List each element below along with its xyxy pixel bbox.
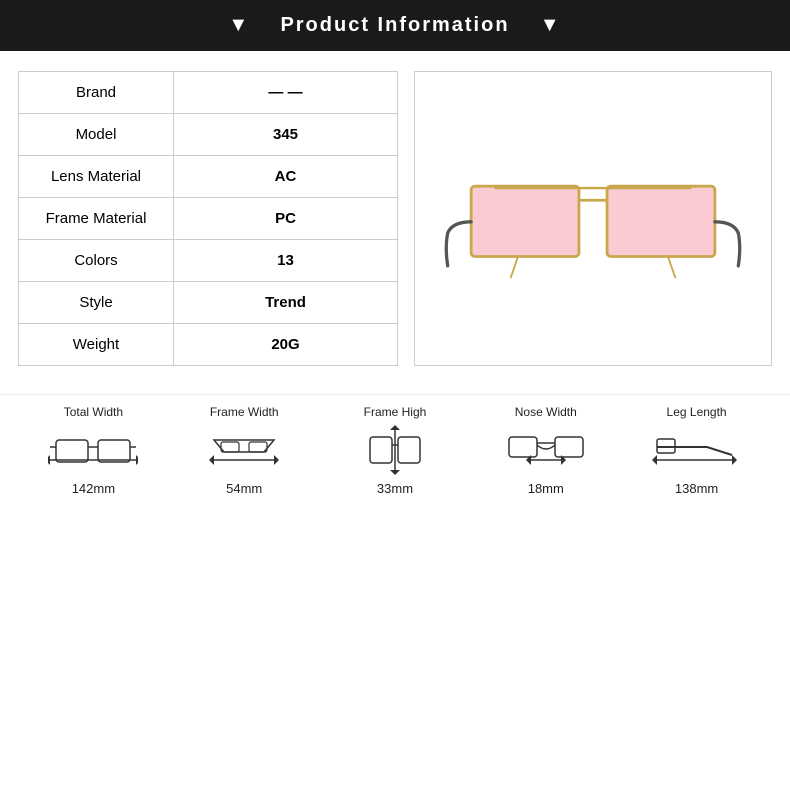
- total-width-icon: [48, 425, 138, 475]
- leg-length-label: Leg Length: [667, 405, 727, 419]
- nose-width-value: 18mm: [528, 481, 564, 496]
- table-row: Weight20G: [19, 324, 398, 366]
- table-value-2: AC: [174, 156, 398, 198]
- frame-width-value: 54mm: [226, 481, 262, 496]
- measure-frame-width: Frame Width 54mm: [199, 405, 289, 496]
- header-left-triangle: ▼: [228, 14, 250, 36]
- measure-leg-length: Leg Length 138mm: [652, 405, 742, 496]
- table-value-6: 20G: [174, 324, 398, 366]
- table-label-6: Weight: [19, 324, 174, 366]
- table-value-5: Trend: [174, 282, 398, 324]
- nose-width-label: Nose Width: [515, 405, 577, 419]
- measure-frame-high: Frame High 33mm: [350, 405, 440, 496]
- leg-length-value: 138mm: [675, 481, 718, 496]
- product-info-table: Brand— —Model345Lens MaterialACFrame Mat…: [18, 71, 398, 366]
- table-row: Frame MaterialPC: [19, 198, 398, 240]
- table-row: Colors13: [19, 240, 398, 282]
- header-title: Product Information: [280, 14, 509, 36]
- measurements-section: Total Width 142mm Frame Width: [0, 394, 790, 514]
- table-value-1: 345: [174, 114, 398, 156]
- table-label-4: Colors: [19, 240, 174, 282]
- table-row: Model345: [19, 114, 398, 156]
- total-width-value: 142mm: [72, 481, 115, 496]
- table-row: Brand— —: [19, 72, 398, 114]
- leg-length-icon: [652, 425, 742, 475]
- total-width-label: Total Width: [64, 405, 123, 419]
- main-content: Brand— —Model345Lens MaterialACFrame Mat…: [0, 51, 790, 386]
- table-label-5: Style: [19, 282, 174, 324]
- table-value-3: PC: [174, 198, 398, 240]
- table-label-1: Model: [19, 114, 174, 156]
- product-image-section: [414, 71, 772, 366]
- frame-width-icon: [199, 425, 289, 475]
- table-label-0: Brand: [19, 72, 174, 114]
- sunglasses-image: [443, 139, 743, 299]
- table-row: StyleTrend: [19, 282, 398, 324]
- table-label-3: Frame Material: [19, 198, 174, 240]
- frame-width-label: Frame Width: [210, 405, 279, 419]
- header-right-triangle: ▼: [540, 14, 562, 36]
- frame-high-value: 33mm: [377, 481, 413, 496]
- frame-high-icon: [350, 425, 440, 475]
- nose-width-icon: [501, 425, 591, 475]
- frame-high-label: Frame High: [364, 405, 427, 419]
- table-value-0: — —: [174, 72, 398, 114]
- table-value-4: 13: [174, 240, 398, 282]
- page-header: ▼ Product Information ▼: [0, 0, 790, 51]
- measure-nose-width: Nose Width 18mm: [501, 405, 591, 496]
- info-table-section: Brand— —Model345Lens MaterialACFrame Mat…: [18, 71, 398, 366]
- table-label-2: Lens Material: [19, 156, 174, 198]
- measure-total-width: Total Width 142mm: [48, 405, 138, 496]
- table-row: Lens MaterialAC: [19, 156, 398, 198]
